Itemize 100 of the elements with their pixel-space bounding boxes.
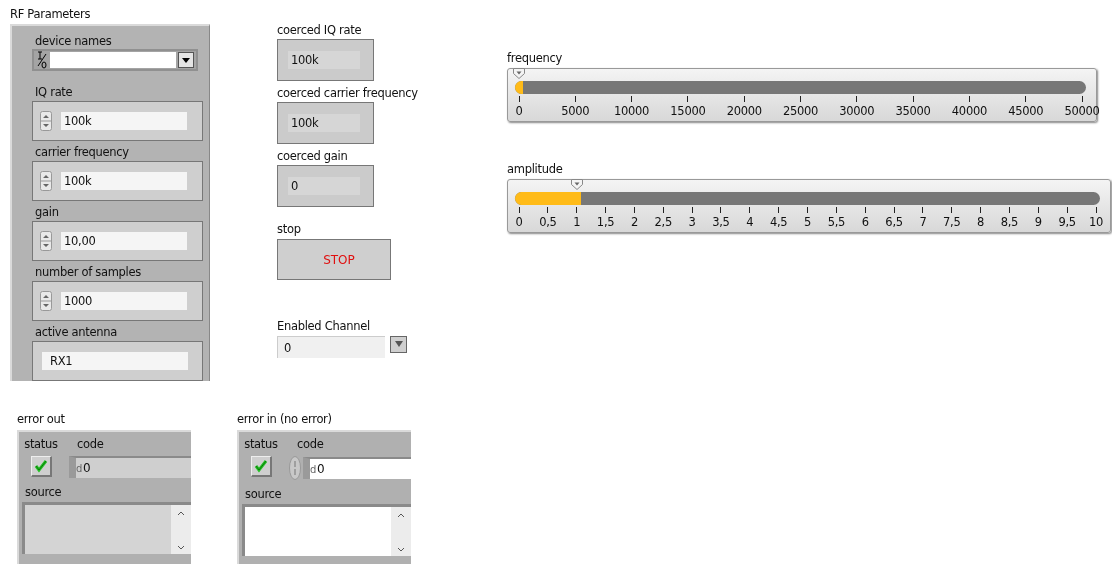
tick-label: 1,5 — [596, 215, 615, 229]
tick-label: 9,5 — [1058, 215, 1076, 229]
cluster-label: error in (no error) — [237, 411, 333, 427]
tick-label: 5 — [804, 215, 811, 229]
tick-mark — [835, 207, 837, 213]
tick-mark — [518, 96, 520, 102]
tick-label: 1 — [573, 215, 581, 229]
tick-mark — [518, 207, 520, 213]
tick-label: 5,5 — [827, 215, 846, 229]
tick-mark — [864, 207, 866, 213]
tick-mark — [1037, 207, 1039, 213]
cluster-label: RF Parameters — [10, 6, 92, 22]
tick-mark — [633, 207, 635, 213]
tick-label: 5000 — [561, 104, 590, 118]
numeric-field[interactable]: 1000 — [61, 292, 187, 310]
increment-decrement-buttons[interactable] — [40, 291, 52, 311]
tick-label: 45000 — [1008, 104, 1044, 118]
code-value: 0 — [317, 462, 325, 476]
text-field[interactable]: RX1 — [42, 352, 188, 370]
tick-label: 50000 — [1064, 104, 1100, 118]
tick-label: 20000 — [726, 104, 762, 118]
code-value: 0 — [83, 461, 91, 475]
tick-mark — [1095, 207, 1097, 213]
tick-label: 0,5 — [539, 215, 557, 229]
tick-label: 9 — [1034, 215, 1042, 229]
indicator-label: coerced carrier frequency — [277, 85, 418, 101]
code-label: code — [77, 436, 105, 452]
control-label: active antenna — [35, 324, 118, 340]
tick-mark — [749, 207, 751, 213]
indicator-label: coerced gain — [277, 148, 349, 164]
tick-mark — [1081, 96, 1083, 102]
numeric-field[interactable]: 100k — [61, 172, 187, 190]
tick-mark — [1008, 207, 1010, 213]
device-dropdown[interactable] — [32, 49, 198, 71]
tick-label: 6,5 — [885, 215, 903, 229]
scrollbar[interactable] — [171, 505, 191, 554]
checkmark-icon — [253, 459, 268, 473]
status-label: status — [24, 436, 58, 452]
tick-label: 3,5 — [712, 215, 730, 229]
caret-icon — [394, 341, 403, 347]
source-field[interactable] — [242, 504, 411, 556]
scroll-up-icon[interactable] — [397, 513, 405, 518]
indicator-label: coerced IQ rate — [277, 22, 363, 38]
tick-label: 10000 — [614, 104, 650, 118]
tick-label: 7,5 — [943, 215, 961, 229]
tick-mark — [662, 207, 664, 213]
source-label: source — [245, 486, 283, 502]
io-refnum-icon — [36, 51, 48, 69]
control-label: IQ rate — [35, 84, 74, 100]
status-checkbox[interactable] — [250, 456, 272, 477]
tick-label: 30000 — [839, 104, 875, 118]
scroll-down-icon[interactable] — [397, 547, 405, 552]
scroll-down-icon[interactable] — [177, 545, 185, 550]
code-label: code — [297, 436, 325, 452]
tick-label: 4 — [746, 215, 754, 229]
tick-label: 25000 — [782, 104, 819, 118]
dropdown-button[interactable] — [390, 335, 407, 353]
status-label: status — [244, 436, 278, 452]
slider-thumb[interactable] — [570, 179, 583, 190]
button-label: stop — [277, 221, 302, 237]
tick-label: 4,5 — [769, 215, 788, 229]
radix-indicator: d — [76, 462, 83, 474]
tick-label: 6 — [861, 215, 869, 229]
increment-decrement-buttons[interactable] — [40, 171, 52, 191]
tick-mark — [720, 207, 722, 213]
cluster-label: error out — [17, 411, 66, 427]
slider-thumb[interactable] — [513, 68, 525, 79]
tick-mark — [743, 96, 745, 102]
tick-mark — [968, 96, 970, 102]
tick-mark — [691, 207, 693, 213]
numeric-field[interactable]: 10,00 — [61, 232, 187, 250]
tick-mark — [1066, 207, 1068, 213]
control-label: number of samples — [35, 264, 142, 280]
tick-mark — [856, 96, 858, 102]
increment-decrement-buttons[interactable] — [40, 111, 52, 131]
tick-label: 2,5 — [654, 215, 672, 229]
tick-label: 35000 — [895, 104, 931, 118]
control-label: Enabled Channel — [277, 318, 371, 334]
channel-field[interactable]: 0 — [277, 336, 385, 358]
tick-mark — [800, 96, 801, 102]
numeric-field[interactable]: 100k — [61, 112, 187, 130]
tick-mark — [893, 207, 895, 213]
source-label: source — [25, 484, 63, 500]
tick-label: 8 — [977, 215, 985, 229]
scroll-up-icon[interactable] — [177, 511, 185, 516]
control-label: carrier frequency — [35, 144, 130, 160]
tick-mark — [574, 96, 576, 102]
control-label: gain — [35, 204, 60, 220]
indicator-value: 100k — [288, 51, 360, 69]
tick-mark — [631, 96, 633, 102]
tick-mark — [547, 207, 549, 213]
tick-mark — [922, 207, 924, 213]
tick-mark — [605, 207, 607, 213]
code-field[interactable]: d0 — [303, 457, 411, 479]
scrollbar[interactable] — [391, 507, 411, 556]
increment-decrement-buttons[interactable] — [40, 231, 52, 251]
tick-label: 40000 — [951, 104, 987, 118]
tick-mark — [951, 207, 953, 213]
dropdown-button[interactable] — [178, 52, 194, 68]
radix-indicator: d — [310, 463, 317, 475]
